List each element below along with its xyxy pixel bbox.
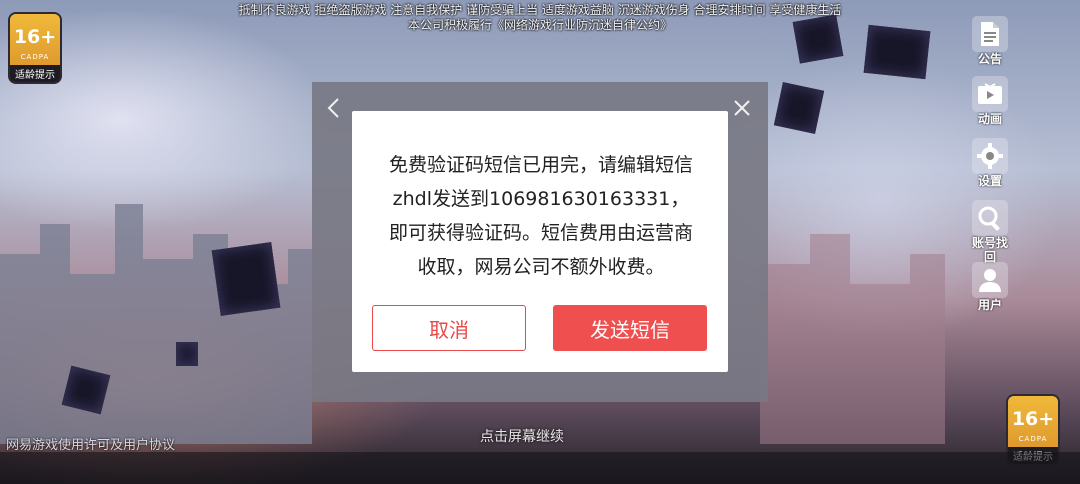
menu-label: 动画 [977, 112, 1002, 126]
close-icon[interactable] [730, 96, 754, 120]
cancel-button[interactable]: 取消 [372, 305, 526, 351]
notice-line-1: 抵制不良游戏 拒绝盗版游戏 注意自我保护 谨防受骗上当 适度游戏益脑 沉迷游戏伤… [238, 3, 842, 17]
menu-label: 账号找回 [971, 236, 1008, 264]
gear-icon [977, 143, 1003, 169]
menu-label: 用户 [977, 298, 1002, 312]
tap-to-continue-hint[interactable]: 点击屏幕继续 [480, 426, 564, 446]
play-icon [978, 83, 1002, 104]
anti-addiction-notice: 抵制不良游戏 拒绝盗版游戏 注意自我保护 谨防受骗上当 适度游戏益脑 沉迷游戏伤… [0, 3, 1080, 33]
menu-label: 设置 [977, 174, 1002, 188]
dialog-message: 免费验证码短信已用完，请编辑短信zhdl发送到106981630163331，即… [388, 154, 693, 278]
age-rating-org: CADPA [1018, 434, 1048, 443]
age-rating-org: CADPA [20, 52, 50, 61]
age-rating-badge-top[interactable]: 16+ CADPA 适龄提示 [10, 14, 60, 82]
menu-item-account-recovery[interactable]: 账号找回 [970, 200, 1010, 264]
license-agreement-link[interactable]: 网易游戏使用许可及用户协议 [6, 434, 175, 453]
menu-item-settings[interactable]: 设置 [970, 138, 1010, 190]
floating-cube [863, 24, 931, 80]
menu-item-animation[interactable]: 动画 [970, 76, 1010, 128]
floating-cube [176, 342, 198, 366]
floating-cube [773, 82, 825, 134]
magnifier-icon [978, 206, 1000, 231]
age-rating-number: 16+ [13, 26, 57, 48]
back-arrow-icon[interactable] [322, 96, 346, 120]
menu-item-user[interactable]: 用户 [970, 262, 1010, 314]
document-icon [981, 22, 999, 46]
menu-item-announcement[interactable]: 公告 [970, 16, 1010, 68]
floating-cube [211, 242, 281, 316]
age-rating-label: 适龄提示 [10, 65, 60, 82]
notice-line-2: 本公司积极履行《网络游戏行业防沉迷自律公约》 [407, 18, 672, 32]
sms-dialog: 免费验证码短信已用完，请编辑短信zhdl发送到106981630163331，即… [352, 111, 728, 372]
footer-legal-strip [0, 452, 1080, 484]
user-icon [979, 269, 1001, 292]
menu-label: 公告 [977, 52, 1002, 66]
send-sms-button[interactable]: 发送短信 [553, 305, 707, 351]
age-rating-number: 16+ [1011, 408, 1055, 430]
